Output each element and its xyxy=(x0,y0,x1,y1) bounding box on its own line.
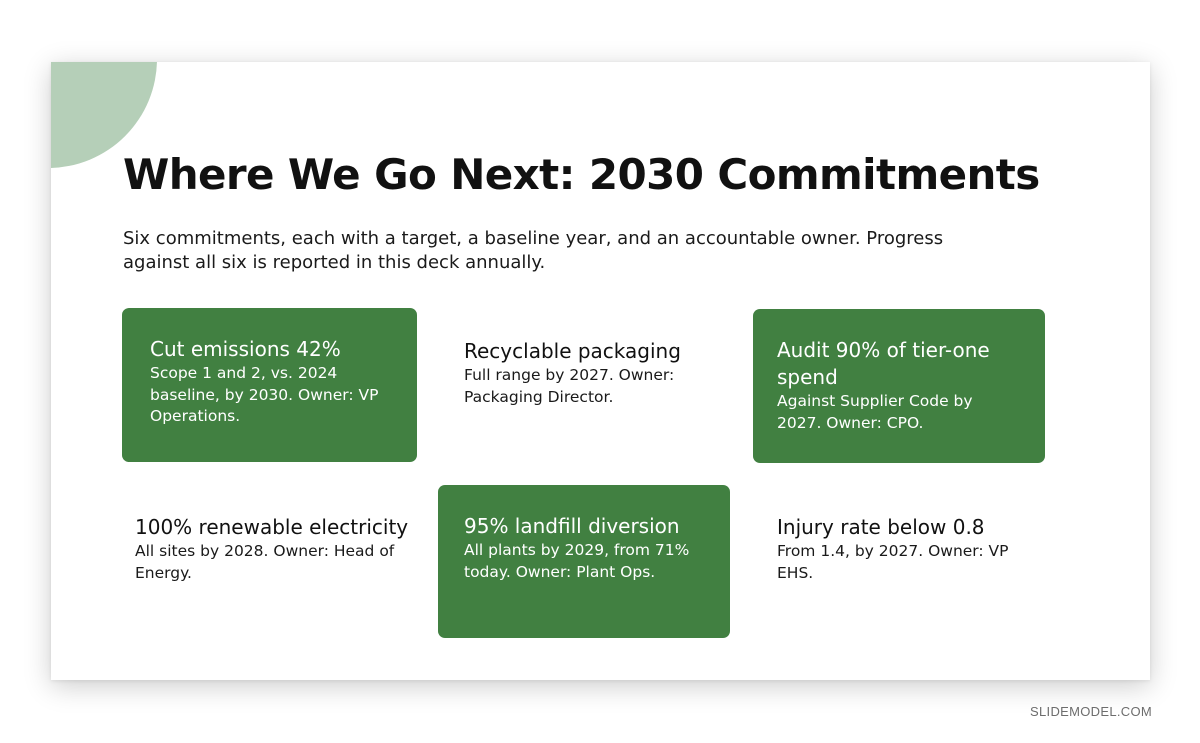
commitment-title: 100% renewable electricity xyxy=(135,515,409,539)
commitment-title: 95% landfill diversion xyxy=(464,514,680,538)
commitment-title: Recyclable packaging xyxy=(464,339,681,363)
commitment-card-landfill-diversion: 95% landfill diversion All plants by 202… xyxy=(438,485,730,638)
commitment-card-packaging: Recyclable packaging Full range by 2027.… xyxy=(464,338,754,408)
commitment-description: From 1.4, by 2027. Owner: VP EHS. xyxy=(777,542,1009,582)
slide-title: Where We Go Next: 2030 Commitments xyxy=(123,150,1040,199)
commitment-title: Injury rate below 0.8 xyxy=(777,515,985,539)
commitment-description: All plants by 2029, from 71% today. Owne… xyxy=(464,541,690,581)
commitment-card-injury-rate: Injury rate below 0.8 From 1.4, by 2027.… xyxy=(777,514,1047,584)
slide: Where We Go Next: 2030 Commitments Six c… xyxy=(51,62,1150,680)
watermark-text: SLIDEMODEL.COM xyxy=(1030,704,1152,719)
commitment-description: Scope 1 and 2, vs. 2024 baseline, by 203… xyxy=(150,364,379,425)
commitment-card-emissions: Cut emissions 42% Scope 1 and 2, vs. 202… xyxy=(122,308,417,462)
commitment-description: Against Supplier Code by 2027. Owner: CP… xyxy=(777,392,973,432)
commitment-card-renewable-electricity: 100% renewable electricity All sites by … xyxy=(135,514,425,584)
commitment-description: Full range by 2027. Owner: Packaging Dir… xyxy=(464,366,675,406)
commitment-title: Cut emissions 42% xyxy=(150,337,341,361)
slide-subtitle: Six commitments, each with a target, a b… xyxy=(123,228,944,273)
commitment-title: Audit 90% of tier-one spend xyxy=(777,338,990,389)
commitment-description: All sites by 2028. Owner: Head of Energy… xyxy=(135,542,395,582)
commitment-card-supplier-audit: Audit 90% of tier-one spend Against Supp… xyxy=(753,309,1045,463)
